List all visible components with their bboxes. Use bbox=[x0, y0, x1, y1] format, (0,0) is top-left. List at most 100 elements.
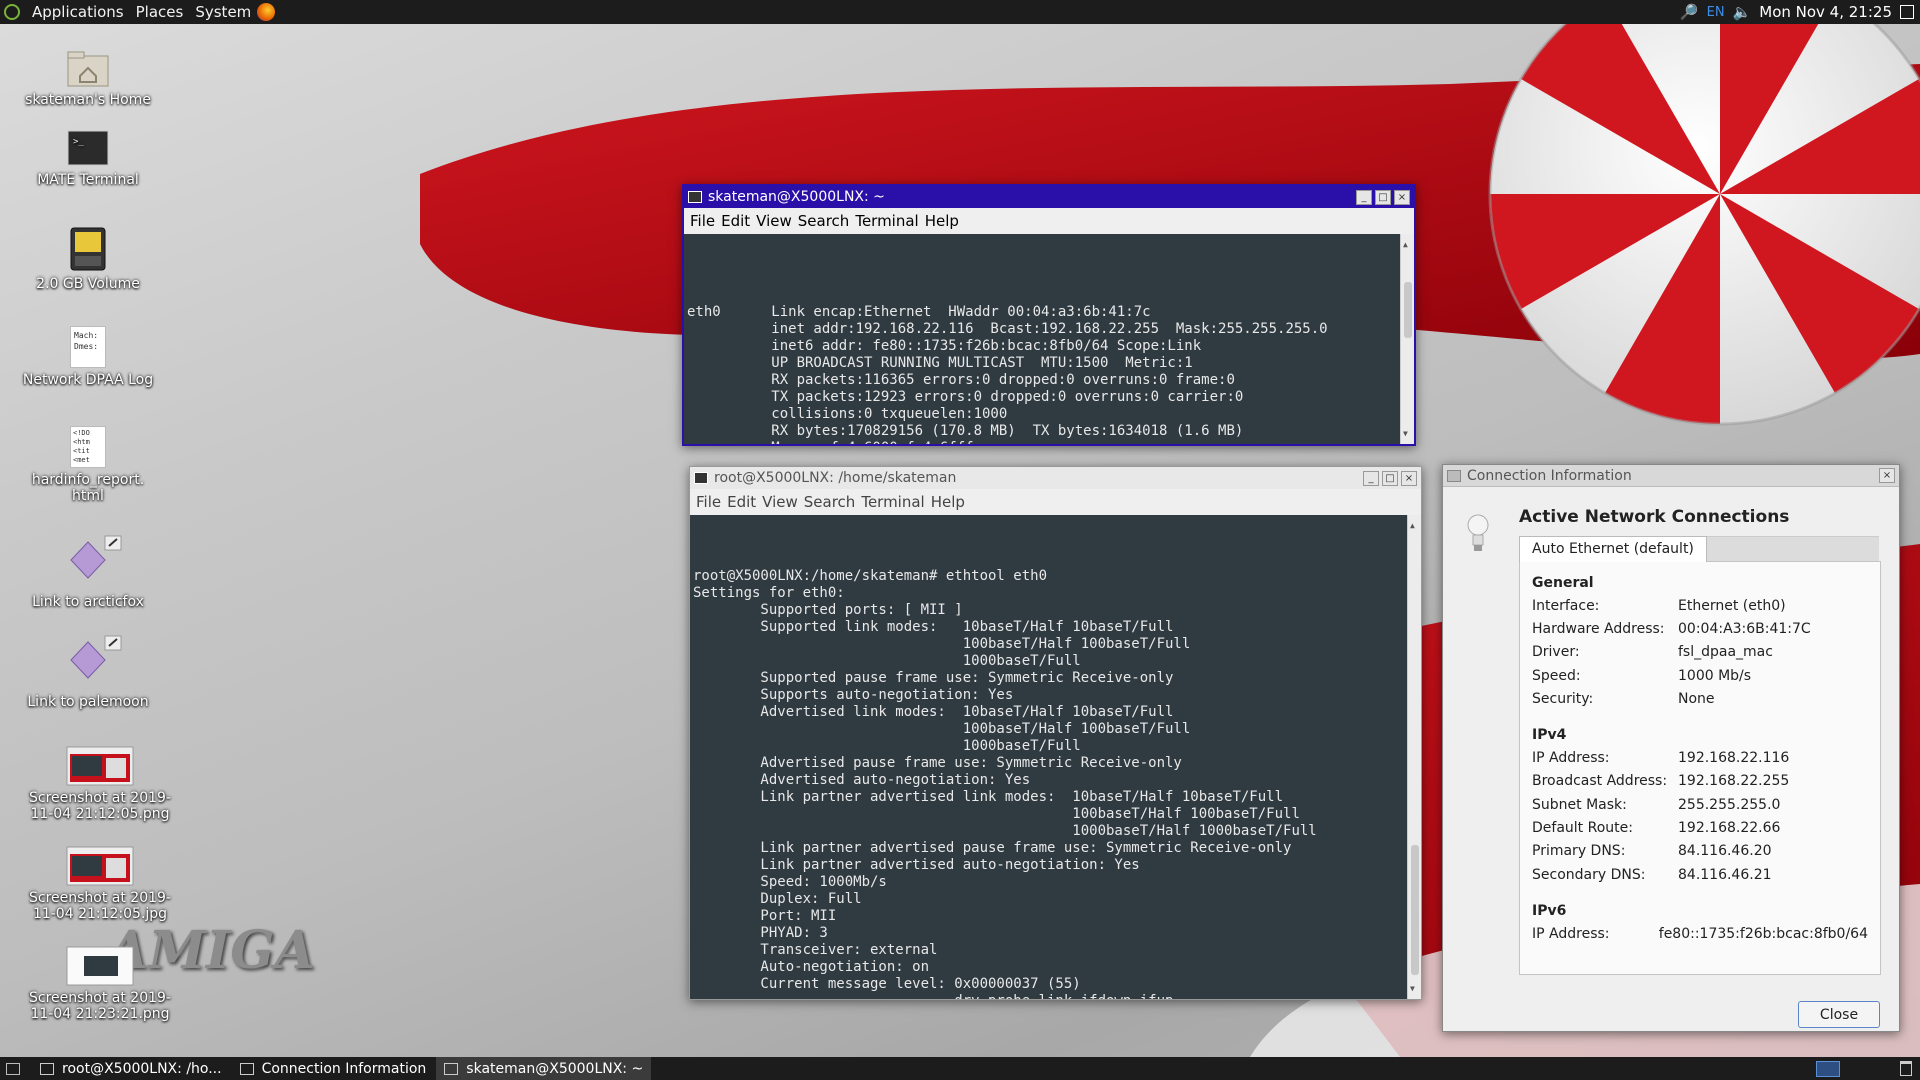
firefox-launcher-icon[interactable] bbox=[257, 3, 276, 21]
window-titlebar[interactable]: skateman@X5000LNX: ~ _ □ × bbox=[684, 186, 1414, 208]
menu-edit[interactable]: Edit bbox=[727, 493, 756, 511]
ipv4-row: Default Route: 192.168.22.66 bbox=[1532, 816, 1868, 839]
terminal-line: Link partner advertised link modes: 10ba… bbox=[693, 789, 1292, 805]
clock[interactable]: Mon Nov 4, 21:25 bbox=[1759, 3, 1892, 21]
terminal-scrollbar[interactable]: ▲ ▼ bbox=[1407, 515, 1421, 999]
menu-file[interactable]: File bbox=[690, 212, 715, 230]
workspace-switcher[interactable] bbox=[1816, 1060, 1840, 1077]
places-menu[interactable]: Places bbox=[130, 3, 190, 21]
file-preview-line: <tit bbox=[73, 447, 90, 455]
terminal-line: Current message level: 0x00000037 (55) bbox=[693, 976, 1081, 992]
menu-search[interactable]: Search bbox=[798, 212, 850, 230]
terminal-icon bbox=[694, 472, 708, 484]
field-value: fsl_dpaa_mac bbox=[1678, 644, 1773, 661]
window-titlebar[interactable]: Connection Information × bbox=[1443, 465, 1899, 487]
menu-terminal[interactable]: Terminal bbox=[855, 212, 918, 230]
taskbar-button[interactable]: skateman@X5000LNX: ~ bbox=[436, 1057, 652, 1080]
mate-logo-icon[interactable] bbox=[4, 4, 20, 20]
section-ipv6: IPv6 bbox=[1532, 903, 1567, 920]
terminal-line: 1000baseT/Full bbox=[693, 653, 1090, 669]
lightbulb-icon bbox=[1467, 514, 1489, 551]
desktop-icon-screenshot-3[interactable]: Screenshot at 2019- 11-04 21:23:21.png bbox=[10, 946, 190, 1022]
desktop-icon-link-arcticfox[interactable]: Link to arcticfox bbox=[0, 534, 178, 610]
applications-menu[interactable]: Applications bbox=[26, 3, 130, 21]
desktop-icon-home[interactable]: skateman's Home bbox=[0, 48, 178, 108]
taskbar-button-label: Connection Information bbox=[261, 1060, 427, 1077]
desktop-icon-label: hardinfo_report. html bbox=[31, 472, 145, 504]
field-value: 192.168.22.255 bbox=[1678, 773, 1790, 790]
terminal-line: RX bytes:170829156 (170.8 MB) TX bytes:1… bbox=[687, 423, 1244, 439]
maximize-button[interactable]: □ bbox=[1382, 470, 1398, 486]
minimize-button[interactable]: _ bbox=[1356, 189, 1372, 205]
menu-help[interactable]: Help bbox=[925, 212, 959, 230]
window-titlebar[interactable]: root@X5000LNX: /home/skateman _ □ × bbox=[690, 467, 1421, 489]
field-label: Speed: bbox=[1532, 667, 1581, 684]
volume-icon[interactable]: 🔈 bbox=[1733, 3, 1752, 21]
trash-icon[interactable] bbox=[1900, 1061, 1912, 1076]
window-icon bbox=[239, 1062, 254, 1075]
field-label: Interface: bbox=[1532, 597, 1600, 614]
close-button[interactable]: Close bbox=[1798, 1001, 1880, 1028]
terminal-output[interactable]: ▲ ▼ root@X5000LNX:/home/skateman# ethtoo… bbox=[690, 515, 1421, 999]
menu-file[interactable]: File bbox=[696, 493, 721, 511]
field-value: 84.116.46.20 bbox=[1678, 843, 1772, 860]
terminal-line: Port: MII bbox=[693, 908, 837, 924]
connection-information-dialog[interactable]: Connection Information × Active Network … bbox=[1442, 464, 1900, 1032]
desktop-icon-label: Link to arcticfox bbox=[32, 594, 144, 610]
maximize-button[interactable]: □ bbox=[1375, 189, 1391, 205]
close-button[interactable]: × bbox=[1401, 470, 1417, 486]
terminal-line: inet addr:192.168.22.116 Bcast:192.168.2… bbox=[687, 321, 1328, 337]
terminal-line: Auto-negotiation: on bbox=[693, 959, 930, 975]
ipv4-row: Broadcast Address: 192.168.22.255 bbox=[1532, 770, 1868, 793]
ipv4-row: Primary DNS: 84.116.46.20 bbox=[1532, 840, 1868, 863]
close-button[interactable]: × bbox=[1394, 189, 1410, 205]
search-icon[interactable]: 🔎 bbox=[1680, 3, 1699, 21]
taskbar-button[interactable]: Connection Information bbox=[232, 1057, 435, 1080]
link-icon bbox=[70, 635, 122, 679]
terminal-output[interactable]: ▲ ▼ eth0 Link encap:Ethernet HWaddr 00:0… bbox=[684, 234, 1414, 444]
desktop-icon-volume[interactable]: 2.0 GB Volume bbox=[0, 226, 178, 292]
taskbar-button[interactable]: root@X5000LNX: /ho... bbox=[32, 1057, 230, 1080]
terminal-line: 1000baseT/Full bbox=[693, 738, 1090, 754]
desktop-icon-label: Screenshot at 2019- 11-04 21:12:05.jpg bbox=[28, 890, 171, 922]
field-value: 84.116.46.21 bbox=[1678, 866, 1772, 883]
show-desktop-icon[interactable] bbox=[6, 1062, 20, 1075]
terminal-window-skateman[interactable]: skateman@X5000LNX: ~ _ □ × File Edit Vie… bbox=[682, 184, 1416, 446]
terminal-line: 100baseT/Half 100baseT/Full bbox=[693, 806, 1309, 822]
terminal-line: TX packets:12923 errors:0 dropped:0 over… bbox=[687, 389, 1244, 405]
menu-search[interactable]: Search bbox=[804, 493, 856, 511]
menu-terminal[interactable]: Terminal bbox=[861, 493, 924, 511]
minimize-button[interactable]: _ bbox=[1363, 470, 1379, 486]
window-icon bbox=[444, 1062, 459, 1075]
desktop-icon-label: 2.0 GB Volume bbox=[36, 276, 140, 292]
desktop-icon-hardinfo-report[interactable]: <!DO <htm <tit <met hardinfo_report. htm… bbox=[0, 426, 178, 504]
terminal-line: Supported ports: [ MII ] bbox=[693, 602, 963, 618]
terminal-window-root[interactable]: root@X5000LNX: /home/skateman _ □ × File… bbox=[689, 466, 1422, 1000]
menu-edit[interactable]: Edit bbox=[721, 212, 750, 230]
terminal-line: 100baseT/Half 100baseT/Full bbox=[693, 721, 1199, 737]
terminal-line: Advertised auto-negotiation: Yes bbox=[693, 772, 1031, 788]
desktop-icon-screenshot-1[interactable]: Screenshot at 2019- 11-04 21:12:05.png bbox=[10, 746, 190, 822]
field-label: Secondary DNS: bbox=[1532, 866, 1646, 883]
menu-help[interactable]: Help bbox=[931, 493, 965, 511]
general-row: Security: None bbox=[1532, 687, 1868, 710]
menu-view[interactable]: View bbox=[762, 493, 798, 511]
desktop-icon-network-log[interactable]: Mach: Dmes: Network DPAA Log bbox=[0, 326, 178, 388]
keyboard-layout-indicator[interactable]: EN bbox=[1707, 5, 1725, 20]
terminal-scrollbar[interactable]: ▲ ▼ bbox=[1400, 234, 1414, 444]
menu-view[interactable]: View bbox=[756, 212, 792, 230]
desktop-icon-screenshot-2[interactable]: Screenshot at 2019- 11-04 21:12:05.jpg bbox=[10, 846, 190, 922]
terminal-menubar: File Edit View Search Terminal Help bbox=[690, 489, 1421, 515]
taskbar-button-label: skateman@X5000LNX: ~ bbox=[466, 1060, 644, 1077]
field-label: Default Route: bbox=[1532, 820, 1633, 837]
desktop-icon-mate-terminal[interactable]: >_ MATE Terminal bbox=[0, 130, 178, 188]
terminal-line: Link partner advertised auto-negotiation… bbox=[693, 857, 1140, 873]
user-menu-icon[interactable] bbox=[1900, 5, 1914, 19]
window-icon bbox=[40, 1062, 54, 1075]
tab-auto-ethernet[interactable]: Auto Ethernet (default) bbox=[1519, 536, 1707, 562]
desktop-icon-link-palemoon[interactable]: Link to palemoon bbox=[0, 634, 178, 710]
terminal-line: Speed: 1000Mb/s bbox=[693, 874, 887, 890]
system-menu[interactable]: System bbox=[189, 3, 257, 21]
close-button[interactable]: × bbox=[1879, 468, 1895, 483]
